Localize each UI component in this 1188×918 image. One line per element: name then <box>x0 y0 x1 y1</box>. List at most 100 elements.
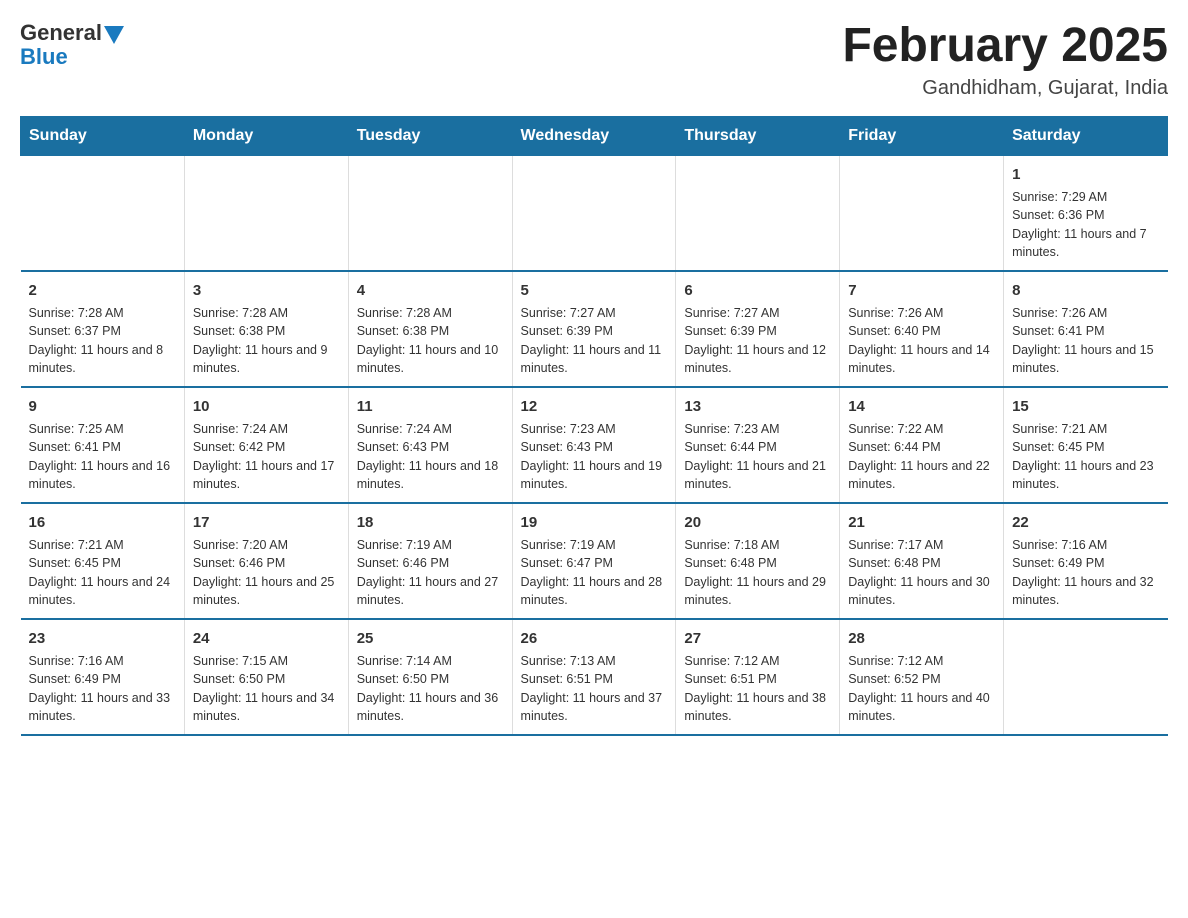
calendar-cell: 20Sunrise: 7:18 AM Sunset: 6:48 PM Dayli… <box>676 503 840 619</box>
weekday-header-tuesday: Tuesday <box>348 116 512 155</box>
page-header: General Blue February 2025 Gandhidham, G… <box>20 20 1168 100</box>
day-info: Sunrise: 7:12 AM Sunset: 6:51 PM Dayligh… <box>684 654 826 724</box>
day-info: Sunrise: 7:28 AM Sunset: 6:38 PM Dayligh… <box>357 306 499 376</box>
day-info: Sunrise: 7:12 AM Sunset: 6:52 PM Dayligh… <box>848 654 990 724</box>
day-number: 9 <box>29 396 176 417</box>
day-number: 24 <box>193 628 340 649</box>
logo-arrow-icon <box>104 26 124 44</box>
weekday-header-monday: Monday <box>184 116 348 155</box>
day-number: 28 <box>848 628 995 649</box>
calendar-cell: 14 Sunrise: 7:22 AM Sunset: 6:44 PM Dayli… <box>840 387 1004 503</box>
calendar-table: SundayMondayTuesdayWednesdayThursdayFrid… <box>20 116 1168 736</box>
weekday-header-friday: Friday <box>840 116 1004 155</box>
calendar-cell: 19 Sunrise: 7:19 AM Sunset: 6:47 PM Dayli… <box>512 503 676 619</box>
calendar-cell: 3 Sunrise: 7:28 AM Sunset: 6:38 PM Daylig… <box>184 271 348 387</box>
day-number: 22 <box>1012 512 1159 533</box>
day-info: Sunrise: 7:21 AM Sunset: 6:45 PM Dayligh… <box>1012 422 1154 492</box>
weekday-header-saturday: Saturday <box>1004 116 1168 155</box>
calendar-title: February 2025 <box>842 20 1168 73</box>
calendar-cell: 17 Sunrise: 7:20 AM Sunset: 6:46 PM Dayli… <box>184 503 348 619</box>
calendar-cell: 4 Sunrise: 7:28 AM Sunset: 6:38 PM Daylig… <box>348 271 512 387</box>
calendar-cell: 6 Sunrise: 7:27 AM Sunset: 6:39 PM Daylig… <box>676 271 840 387</box>
day-info: Sunrise: 7:25 AM Sunset: 6:41 PM Dayligh… <box>29 422 171 492</box>
day-number: 16 <box>29 512 176 533</box>
calendar-cell <box>348 155 512 271</box>
day-info: Sunrise: 7:24 AM Sunset: 6:43 PM Dayligh… <box>357 422 499 492</box>
day-info: Sunrise: 7:26 AM Sunset: 6:40 PM Dayligh… <box>848 306 990 376</box>
day-info: Sunrise: 7:28 AM Sunset: 6:37 PM Dayligh… <box>29 306 164 376</box>
calendar-cell: 9 Sunrise: 7:25 AM Sunset: 6:41 PM Daylig… <box>21 387 185 503</box>
day-info: Sunrise: 7:19 AM Sunset: 6:47 PM Dayligh… <box>521 538 663 608</box>
day-number: 3 <box>193 280 340 301</box>
day-info: Sunrise: 7:20 AM Sunset: 6:46 PM Dayligh… <box>193 538 335 608</box>
calendar-cell <box>184 155 348 271</box>
calendar-week-1: 1 Sunrise: 7:29 AM Sunset: 6:36 PM Daylig… <box>21 155 1168 271</box>
day-number: 25 <box>357 628 504 649</box>
calendar-cell <box>512 155 676 271</box>
calendar-cell: 11Sunrise: 7:24 AM Sunset: 6:43 PM Dayli… <box>348 387 512 503</box>
logo-blue-text: Blue <box>20 44 68 70</box>
day-number: 1 <box>1012 164 1159 185</box>
calendar-week-2: 2 Sunrise: 7:28 AM Sunset: 6:37 PM Daylig… <box>21 271 1168 387</box>
weekday-header-thursday: Thursday <box>676 116 840 155</box>
logo: General Blue <box>20 20 124 70</box>
day-number: 4 <box>357 280 504 301</box>
day-info: Sunrise: 7:27 AM Sunset: 6:39 PM Dayligh… <box>521 306 662 376</box>
calendar-week-5: 23 Sunrise: 7:16 AM Sunset: 6:49 PM Dayli… <box>21 619 1168 735</box>
day-info: Sunrise: 7:23 AM Sunset: 6:43 PM Dayligh… <box>521 422 663 492</box>
day-number: 23 <box>29 628 176 649</box>
day-info: Sunrise: 7:28 AM Sunset: 6:38 PM Dayligh… <box>193 306 328 376</box>
day-info: Sunrise: 7:26 AM Sunset: 6:41 PM Dayligh… <box>1012 306 1154 376</box>
day-number: 8 <box>1012 280 1159 301</box>
calendar-cell: 10Sunrise: 7:24 AM Sunset: 6:42 PM Dayli… <box>184 387 348 503</box>
calendar-cell <box>676 155 840 271</box>
calendar-cell: 13 Sunrise: 7:23 AM Sunset: 6:44 PM Dayli… <box>676 387 840 503</box>
day-info: Sunrise: 7:22 AM Sunset: 6:44 PM Dayligh… <box>848 422 990 492</box>
logo-general-text: General <box>20 20 102 46</box>
calendar-cell: 26Sunrise: 7:13 AM Sunset: 6:51 PM Dayli… <box>512 619 676 735</box>
day-number: 13 <box>684 396 831 417</box>
calendar-cell: 23 Sunrise: 7:16 AM Sunset: 6:49 PM Dayli… <box>21 619 185 735</box>
day-info: Sunrise: 7:15 AM Sunset: 6:50 PM Dayligh… <box>193 654 335 724</box>
day-info: Sunrise: 7:27 AM Sunset: 6:39 PM Dayligh… <box>684 306 826 376</box>
calendar-cell <box>1004 619 1168 735</box>
calendar-cell <box>840 155 1004 271</box>
day-info: Sunrise: 7:19 AM Sunset: 6:46 PM Dayligh… <box>357 538 499 608</box>
day-number: 21 <box>848 512 995 533</box>
day-info: Sunrise: 7:24 AM Sunset: 6:42 PM Dayligh… <box>193 422 335 492</box>
day-number: 2 <box>29 280 176 301</box>
calendar-cell: 15 Sunrise: 7:21 AM Sunset: 6:45 PM Dayli… <box>1004 387 1168 503</box>
calendar-cell: 7Sunrise: 7:26 AM Sunset: 6:40 PM Daylig… <box>840 271 1004 387</box>
day-info: Sunrise: 7:13 AM Sunset: 6:51 PM Dayligh… <box>521 654 663 724</box>
calendar-week-3: 9 Sunrise: 7:25 AM Sunset: 6:41 PM Daylig… <box>21 387 1168 503</box>
calendar-cell: 24 Sunrise: 7:15 AM Sunset: 6:50 PM Dayli… <box>184 619 348 735</box>
day-number: 18 <box>357 512 504 533</box>
calendar-cell <box>21 155 185 271</box>
calendar-subtitle: Gandhidham, Gujarat, India <box>842 77 1168 100</box>
day-info: Sunrise: 7:16 AM Sunset: 6:49 PM Dayligh… <box>29 654 171 724</box>
day-number: 15 <box>1012 396 1159 417</box>
calendar-cell: 25 Sunrise: 7:14 AM Sunset: 6:50 PM Dayli… <box>348 619 512 735</box>
calendar-cell: 8 Sunrise: 7:26 AM Sunset: 6:41 PM Daylig… <box>1004 271 1168 387</box>
day-number: 12 <box>521 396 668 417</box>
calendar-week-4: 16 Sunrise: 7:21 AM Sunset: 6:45 PM Dayli… <box>21 503 1168 619</box>
day-info: Sunrise: 7:14 AM Sunset: 6:50 PM Dayligh… <box>357 654 499 724</box>
day-number: 19 <box>521 512 668 533</box>
calendar-cell: 21Sunrise: 7:17 AM Sunset: 6:48 PM Dayli… <box>840 503 1004 619</box>
day-info: Sunrise: 7:23 AM Sunset: 6:44 PM Dayligh… <box>684 422 826 492</box>
calendar-cell: 2 Sunrise: 7:28 AM Sunset: 6:37 PM Daylig… <box>21 271 185 387</box>
weekday-header-sunday: Sunday <box>21 116 185 155</box>
day-number: 20 <box>684 512 831 533</box>
calendar-cell: 18 Sunrise: 7:19 AM Sunset: 6:46 PM Dayli… <box>348 503 512 619</box>
calendar-cell: 5Sunrise: 7:27 AM Sunset: 6:39 PM Daylig… <box>512 271 676 387</box>
calendar-cell: 22 Sunrise: 7:16 AM Sunset: 6:49 PM Dayli… <box>1004 503 1168 619</box>
calendar-cell: 12 Sunrise: 7:23 AM Sunset: 6:43 PM Dayli… <box>512 387 676 503</box>
day-number: 27 <box>684 628 831 649</box>
day-info: Sunrise: 7:29 AM Sunset: 6:36 PM Dayligh… <box>1012 190 1147 260</box>
day-number: 17 <box>193 512 340 533</box>
day-number: 14 <box>848 396 995 417</box>
day-info: Sunrise: 7:16 AM Sunset: 6:49 PM Dayligh… <box>1012 538 1154 608</box>
day-info: Sunrise: 7:21 AM Sunset: 6:45 PM Dayligh… <box>29 538 171 608</box>
day-number: 6 <box>684 280 831 301</box>
calendar-cell: 16 Sunrise: 7:21 AM Sunset: 6:45 PM Dayli… <box>21 503 185 619</box>
